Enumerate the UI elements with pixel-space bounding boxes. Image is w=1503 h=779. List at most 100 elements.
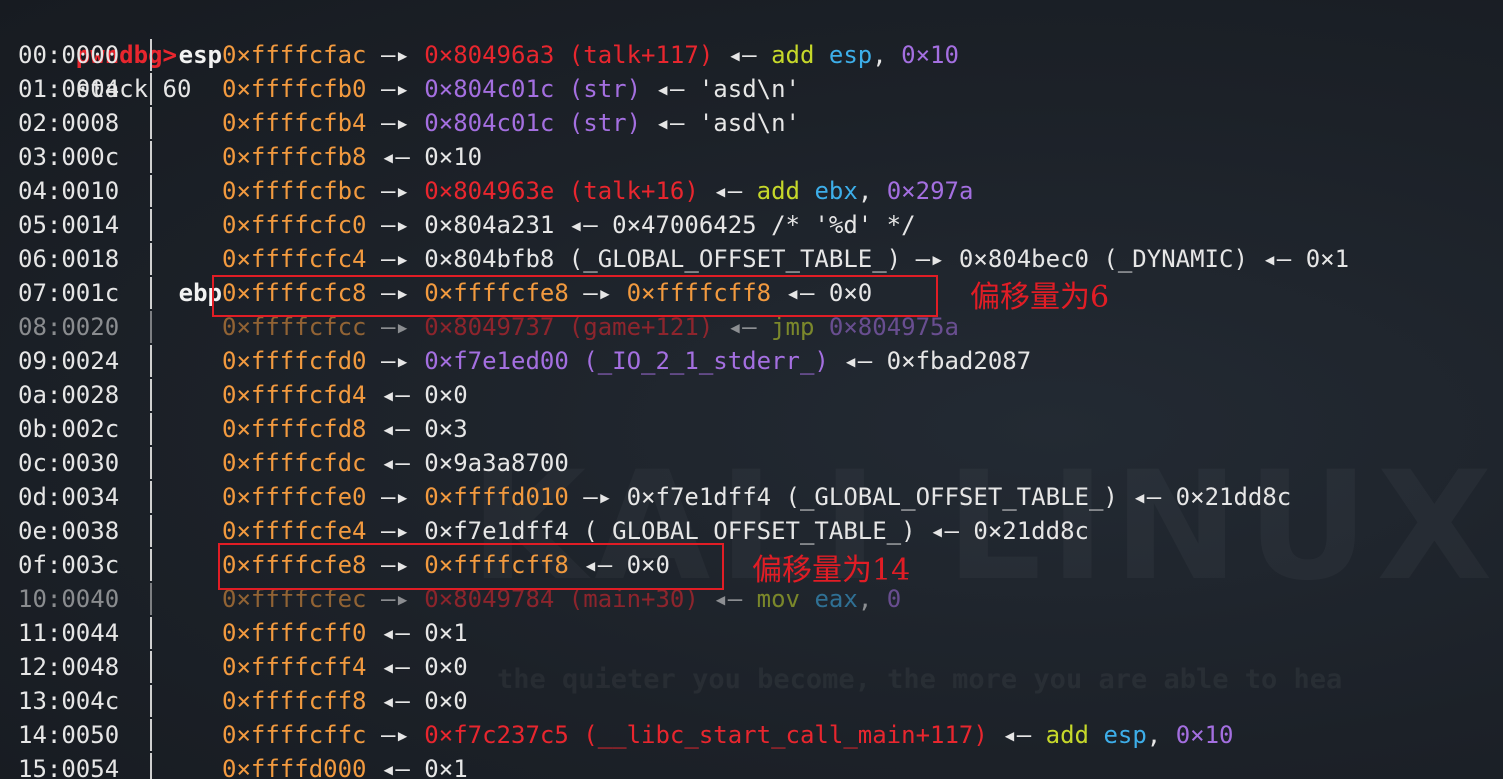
stack-token-addr: 0×ffffcfbc — [222, 177, 367, 205]
column-separator — [150, 753, 152, 779]
stack-entry: 0×ffffcfc4 —▸ 0×804bfb8 (_GLOBAL_OFFSET_… — [222, 242, 1349, 276]
stack-token-plain: ◂— — [713, 313, 772, 341]
stack-token-plain — [1089, 721, 1103, 749]
column-separator — [150, 379, 152, 411]
column-separator — [150, 107, 152, 139]
stack-token-addr: 0×ffffcfd0 — [222, 347, 367, 375]
column-separator — [150, 447, 152, 479]
column-separator — [150, 651, 152, 683]
stack-token-plain: —▸ — [366, 313, 425, 341]
stack-token-plain — [800, 585, 814, 613]
stack-offset: 0b:002c — [18, 415, 120, 443]
stack-token-plain: ◂— 0×0 — [366, 653, 468, 681]
stack-offset: 0e:0038 — [18, 517, 120, 545]
stack-offset: 0d:0034 — [18, 483, 120, 511]
stack-token-addr: 0×ffffcffc — [222, 721, 367, 749]
stack-offset: 0f:003c — [18, 551, 120, 579]
column-separator — [150, 243, 152, 275]
stack-token-plain: , — [857, 177, 887, 205]
stack-token-plain: ◂— 0×1 — [366, 755, 468, 779]
stack-offset: 14:0050 — [18, 721, 120, 749]
annotation-offset-14: 偏移量为14 — [752, 553, 911, 588]
stack-offset: 00:0000 — [18, 41, 120, 69]
command-line: pwndbg> stack 60 — [18, 4, 192, 103]
kali-tagline: the quieter you become, the more you are… — [497, 664, 1343, 695]
stack-entry: 0×ffffcfac —▸ 0×80496a3 (talk+117) ◂— ad… — [222, 38, 959, 72]
stack-token-mnem: jmp — [771, 313, 815, 341]
stack-token-str: 'asd\n' — [698, 109, 800, 137]
stack-token-data: 0×f7e1ed00 (_IO_2_1_stderr_) — [424, 347, 829, 375]
stack-token-addr: 0×ffffcff0 — [222, 619, 367, 647]
stack-token-addr: 0×ffffcfd4 — [222, 381, 367, 409]
column-separator — [150, 617, 152, 649]
stack-token-addr: 0×ffffcff8 — [222, 687, 367, 715]
column-separator — [150, 311, 152, 343]
stack-offset: 15:0054 — [18, 755, 120, 779]
stack-entry: 0×ffffcffc —▸ 0×f7c237c5 (__libc_start_c… — [222, 718, 1234, 752]
stack-token-plain: —▸ — [366, 41, 425, 69]
stack-token-mnem: add — [756, 177, 800, 205]
stack-entry: 0×ffffcfdc ◂— 0×9a3a8700 — [222, 446, 569, 480]
column-separator — [150, 277, 152, 309]
column-separator — [150, 481, 152, 513]
stack-token-addr: 0×ffffcfb8 — [222, 143, 367, 171]
stack-token-str: 'asd\n' — [698, 75, 800, 103]
stack-token-imm: 0×10 — [1175, 721, 1234, 749]
column-separator — [150, 209, 152, 241]
stack-token-plain: ◂— 0×9a3a8700 — [366, 449, 569, 477]
stack-token-plain: ◂— — [713, 41, 772, 69]
stack-token-plain: ◂— — [641, 109, 699, 137]
stack-entry: 0×ffffd000 ◂— 0×1 — [222, 752, 468, 779]
stack-token-addr: 0×ffffcfe0 — [222, 483, 367, 511]
stack-token-data: 0×804c01c (str) — [424, 109, 642, 137]
stack-token-plain: —▸ — [366, 109, 425, 137]
stack-entry: 0×ffffcfd4 ◂— 0×0 — [222, 378, 468, 412]
stack-token-addr: 0×ffffcfcc — [222, 313, 367, 341]
stack-offset: 08:0020 — [18, 313, 120, 341]
stack-entry: 0×ffffcfe0 —▸ 0×ffffd010 —▸ 0×f7e1dff4 (… — [222, 480, 1291, 514]
stack-token-regname: eax — [814, 585, 858, 613]
stack-offset: 12:0048 — [18, 653, 120, 681]
stack-token-plain — [814, 313, 828, 341]
stack-token-plain: —▸ — [366, 347, 425, 375]
stack-entry: 0×ffffcfd0 —▸ 0×f7e1ed00 (_IO_2_1_stderr… — [222, 344, 1031, 378]
stack-token-plain: —▸ 0×f7e1dff4 (_GLOBAL_OFFSET_TABLE_) ◂—… — [366, 517, 1089, 545]
stack-token-plain: , — [857, 585, 887, 613]
stack-token-plain — [800, 177, 814, 205]
stack-offset: 0a:0028 — [18, 381, 120, 409]
column-separator — [150, 719, 152, 751]
stack-token-plain: ◂— 0×0 — [366, 381, 468, 409]
terminal-window[interactable]: KALI LINUX the quieter you become, the m… — [0, 0, 1503, 779]
stack-token-regname: ebx — [814, 177, 858, 205]
stack-token-plain: ◂— 0×0 — [366, 687, 468, 715]
stack-token-addr: 0×ffffd010 — [424, 483, 569, 511]
register-label: esp — [178, 41, 222, 69]
stack-token-plain: —▸ 0×f7e1dff4 (_GLOBAL_OFFSET_TABLE_) ◂—… — [568, 483, 1292, 511]
stack-token-imm: 0×804975a — [828, 313, 959, 341]
stack-token-plain: —▸ 0×804bfb8 (_GLOBAL_OFFSET_TABLE_) —▸ … — [366, 245, 1350, 273]
stack-token-plain: ◂— 0×1 — [366, 619, 468, 647]
stack-token-addr: 0×ffffcfdc — [222, 449, 367, 477]
stack-token-addr: 0×ffffcfac — [222, 41, 367, 69]
stack-offset: 05:0014 — [18, 211, 120, 239]
stack-entry: 0×ffffcfb8 ◂— 0×10 — [222, 140, 482, 174]
column-separator — [150, 345, 152, 377]
stack-entry: 0×ffffcfc0 —▸ 0×804a231 ◂— 0×47006425 /*… — [222, 208, 916, 242]
column-separator — [150, 549, 152, 581]
stack-offset: 0c:0030 — [18, 449, 120, 477]
stack-token-imm: 0×10 — [901, 41, 959, 69]
column-separator — [150, 515, 152, 547]
stack-entry: 0×ffffcfb4 —▸ 0×804c01c (str) ◂— 'asd\n' — [222, 106, 800, 140]
stack-token-plain: ◂— 0×fbad2087 — [828, 347, 1032, 375]
stack-entry: 0×ffffcff0 ◂— 0×1 — [222, 616, 468, 650]
stack-token-imm: 0 — [886, 585, 902, 613]
column-separator — [150, 175, 152, 207]
stack-token-addr: 0×ffffcfb0 — [222, 75, 367, 103]
stack-offset: 07:001c — [18, 279, 120, 307]
stack-token-code: 0×80496a3 (talk+117) — [424, 41, 714, 69]
stack-offset: 09:0024 — [18, 347, 120, 375]
stack-token-plain: —▸ 0×804a231 ◂— 0×47006425 /* '%d' */ — [366, 211, 916, 239]
stack-offset: 04:0010 — [18, 177, 120, 205]
column-separator — [150, 583, 152, 615]
stack-token-plain: ◂— — [987, 721, 1046, 749]
